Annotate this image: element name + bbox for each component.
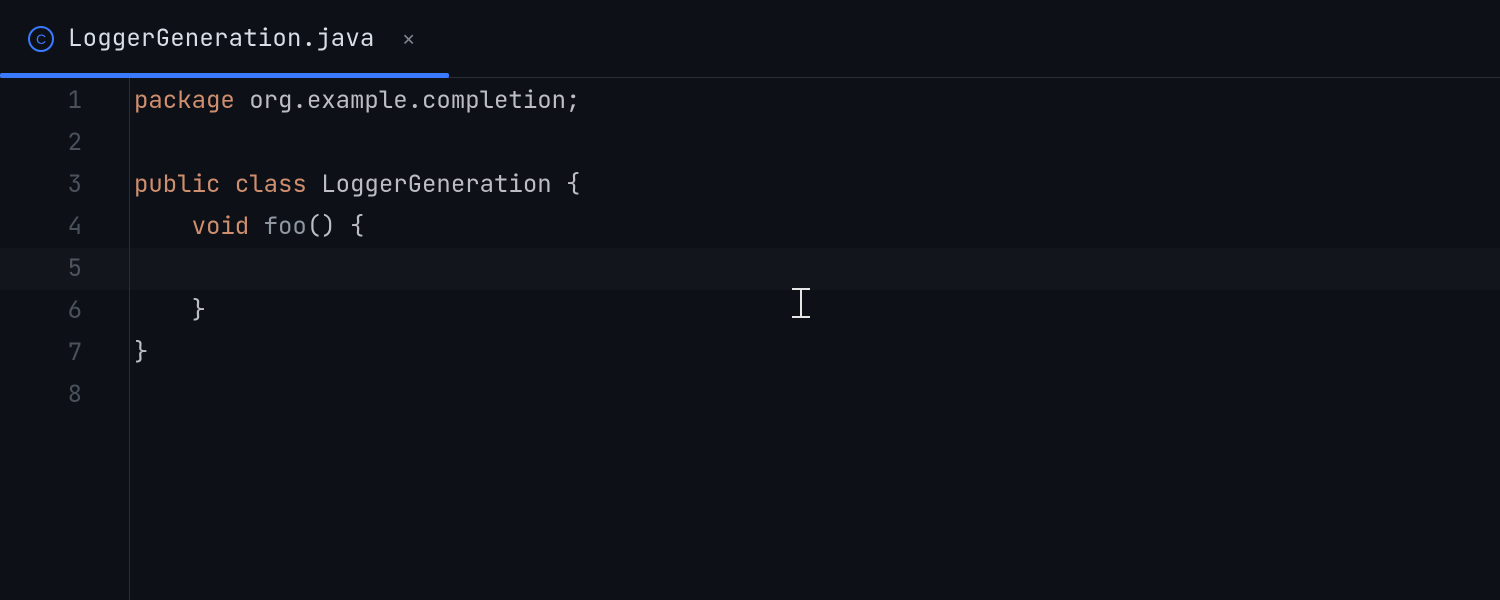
code-editor[interactable]: 12345678 package org.example.completion;… [0, 78, 1500, 600]
tab-bar: C LoggerGeneration.java ✕ [0, 0, 1500, 78]
close-icon[interactable]: ✕ [399, 27, 419, 51]
line-number: 6 [0, 290, 130, 332]
line-number: 7 [0, 332, 130, 374]
code-line[interactable]: public class LoggerGeneration { [134, 164, 1500, 206]
line-number: 4 [0, 206, 130, 248]
tab-loggergeneration[interactable]: C LoggerGeneration.java ✕ [0, 0, 449, 77]
code-area[interactable]: package org.example.completion; public c… [130, 78, 1500, 600]
line-number-gutter: 12345678 [0, 78, 130, 600]
line-number: 2 [0, 122, 130, 164]
tab-title: LoggerGeneration.java [68, 23, 375, 54]
line-number: 5 [0, 248, 130, 290]
line-number: 1 [0, 80, 130, 122]
code-line[interactable] [134, 374, 1500, 416]
code-line[interactable] [134, 122, 1500, 164]
code-line[interactable]: } [134, 332, 1500, 374]
code-line[interactable] [134, 248, 1500, 290]
java-class-icon: C [28, 26, 54, 52]
svg-text:C: C [36, 31, 46, 47]
line-number: 3 [0, 164, 130, 206]
line-number: 8 [0, 374, 130, 416]
code-line[interactable]: } [134, 290, 1500, 332]
code-line[interactable]: void foo() { [134, 206, 1500, 248]
code-line[interactable]: package org.example.completion; [134, 80, 1500, 122]
